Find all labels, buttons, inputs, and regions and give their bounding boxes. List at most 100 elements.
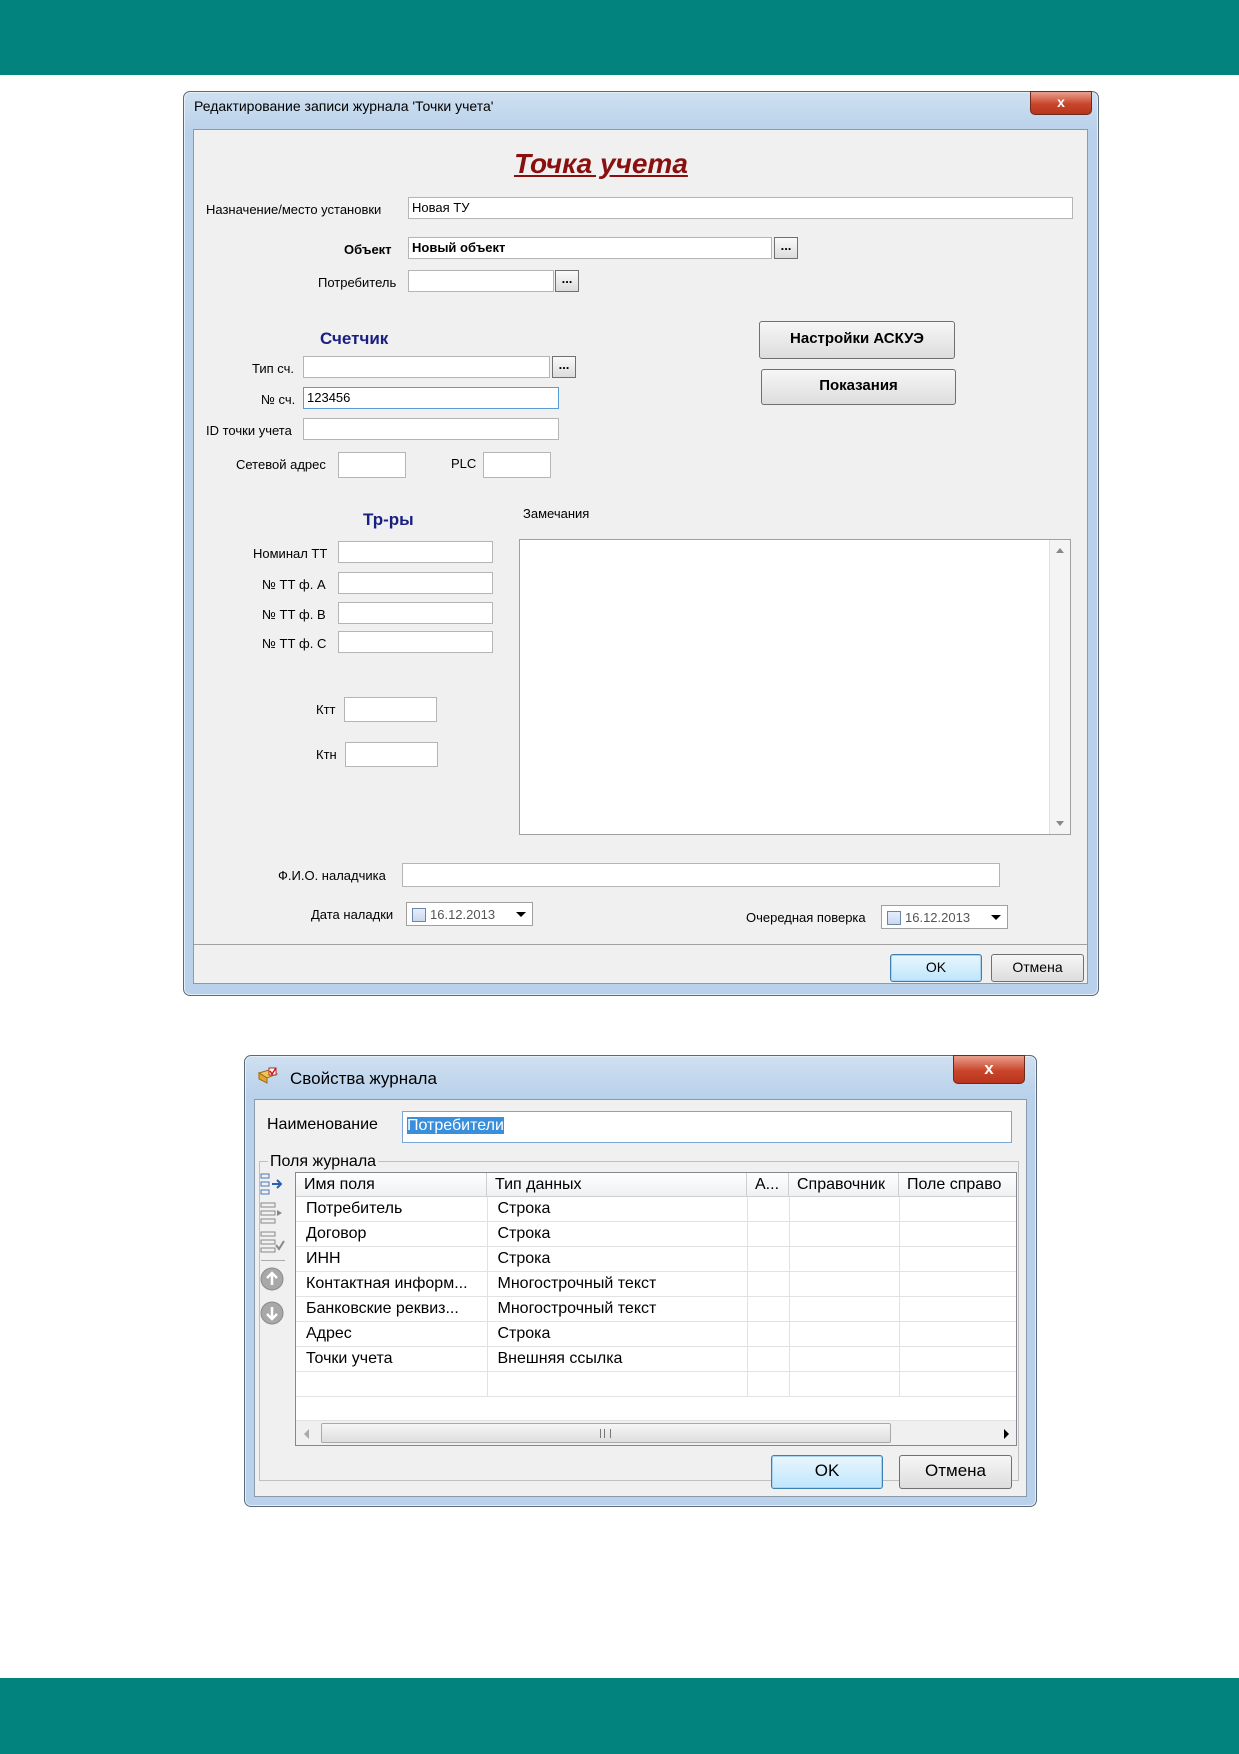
point-id-field[interactable] [303, 418, 559, 440]
column-header-reference[interactable]: Справочник [789, 1173, 899, 1197]
tt-phase-b-field[interactable] [338, 602, 493, 624]
cell-data-type[interactable]: Внешняя ссылка [487, 1346, 748, 1372]
consumer-browse-button[interactable]: ... [555, 270, 579, 292]
cell-empty[interactable] [747, 1346, 790, 1372]
column-header-data-type[interactable]: Тип данных [487, 1173, 747, 1197]
cell-data-type[interactable]: Строка [487, 1321, 748, 1347]
scroll-up-icon[interactable] [1056, 548, 1064, 553]
cell-empty[interactable] [899, 1246, 1016, 1272]
adjust-date-picker[interactable]: 16.12.2013 [406, 902, 533, 926]
cell-empty[interactable] [789, 1246, 900, 1272]
cell-empty[interactable] [747, 1321, 790, 1347]
cell-data-type[interactable]: Строка [487, 1197, 748, 1222]
scroll-left-icon[interactable] [304, 1429, 309, 1439]
adjust-date-checkbox[interactable] [412, 908, 426, 922]
cell-empty[interactable] [899, 1371, 1016, 1397]
consumer-field[interactable] [408, 270, 554, 292]
cell-field-name[interactable]: Точки учета [296, 1346, 488, 1372]
cell-data-type[interactable]: Строка [487, 1221, 748, 1247]
cell-empty[interactable] [789, 1221, 900, 1247]
scroll-down-icon[interactable] [1056, 821, 1064, 826]
cell-empty[interactable] [747, 1246, 790, 1272]
cell-empty[interactable] [789, 1197, 900, 1222]
ok-button[interactable]: OK [890, 954, 982, 982]
cell-empty[interactable] [899, 1221, 1016, 1247]
table-row[interactable]: ИНН Строка [296, 1246, 1016, 1272]
cancel-button[interactable]: Отмена [899, 1455, 1012, 1489]
column-header-field-name[interactable]: Имя поля [296, 1173, 487, 1197]
insert-field-icon[interactable] [259, 1200, 285, 1226]
table-row[interactable]: Адрес Строка [296, 1321, 1016, 1347]
purpose-field[interactable]: Новая ТУ [408, 197, 1073, 219]
cell-empty[interactable] [747, 1221, 790, 1247]
tt-phase-a-field[interactable] [338, 572, 493, 594]
column-header-a[interactable]: А... [747, 1173, 789, 1197]
network-address-field[interactable] [338, 452, 406, 478]
remarks-scrollbar[interactable] [1049, 540, 1070, 834]
adjuster-field[interactable] [402, 863, 1000, 887]
scrollbar-thumb[interactable] [321, 1423, 891, 1443]
next-check-picker[interactable]: 16.12.2013 [881, 905, 1008, 929]
tt-phase-c-field[interactable] [338, 631, 493, 653]
dropdown-arrow-icon[interactable] [991, 915, 1001, 920]
askue-settings-button[interactable]: Настройки АСКУЭ [759, 321, 955, 359]
dropdown-arrow-icon[interactable] [516, 912, 526, 917]
cell-empty[interactable] [899, 1346, 1016, 1372]
edit-field-icon[interactable] [259, 1229, 285, 1255]
next-check-checkbox[interactable] [887, 911, 901, 925]
cell-empty[interactable] [487, 1371, 748, 1397]
cell-empty[interactable] [747, 1296, 790, 1322]
close-button[interactable]: x [1030, 91, 1092, 115]
cell-empty[interactable] [747, 1371, 790, 1397]
meter-type-field[interactable] [303, 356, 550, 378]
meter-type-browse-button[interactable]: ... [552, 356, 576, 378]
scroll-right-icon[interactable] [1004, 1429, 1009, 1439]
move-down-icon[interactable] [259, 1300, 285, 1326]
meter-number-field[interactable]: 123456 [303, 387, 559, 409]
cell-field-name[interactable]: Контактная информ... [296, 1271, 488, 1297]
fields-grid[interactable]: Имя поля Тип данных А... Справочник Поле… [295, 1172, 1017, 1446]
cell-field-name[interactable]: ИНН [296, 1246, 488, 1272]
add-field-icon[interactable] [259, 1171, 285, 1197]
tt-nominal-field[interactable] [338, 541, 493, 563]
cell-field-name[interactable]: Договор [296, 1221, 488, 1247]
table-row[interactable]: Банковские реквиз... Многострочный текст [296, 1296, 1016, 1322]
object-field[interactable]: Новый объект [408, 237, 772, 259]
cell-data-type[interactable]: Многострочный текст [487, 1271, 748, 1297]
horizontal-scrollbar[interactable] [296, 1420, 1016, 1445]
table-row[interactable]: Потребитель Строка [296, 1197, 1016, 1222]
cell-empty[interactable] [789, 1296, 900, 1322]
cell-data-type[interactable]: Строка [487, 1246, 748, 1272]
table-row[interactable]: Договор Строка [296, 1221, 1016, 1247]
move-up-icon[interactable] [259, 1266, 285, 1292]
cell-empty[interactable] [899, 1321, 1016, 1347]
cell-empty[interactable] [789, 1371, 900, 1397]
ktn-field[interactable] [345, 742, 438, 767]
name-field[interactable]: Потребители [402, 1111, 1012, 1143]
column-header-reference-field[interactable]: Поле справо [899, 1173, 1016, 1197]
remarks-textarea[interactable] [519, 539, 1071, 835]
ktt-field[interactable] [344, 697, 437, 722]
cell-field-name[interactable]: Потребитель [296, 1197, 488, 1222]
cell-empty[interactable] [899, 1271, 1016, 1297]
object-browse-button[interactable]: ... [774, 237, 798, 259]
plc-field[interactable] [483, 452, 551, 478]
cell-field-name[interactable]: Банковские реквиз... [296, 1296, 488, 1322]
cell-field-name[interactable]: Адрес [296, 1321, 488, 1347]
cell-empty[interactable] [789, 1321, 900, 1347]
cancel-button[interactable]: Отмена [991, 954, 1084, 982]
cell-empty[interactable] [789, 1346, 900, 1372]
table-row[interactable]: Точки учета Внешняя ссылка [296, 1346, 1016, 1372]
cell-data-type[interactable]: Многострочный текст [487, 1296, 748, 1322]
cell-empty[interactable] [747, 1197, 790, 1222]
cell-empty[interactable] [296, 1371, 488, 1397]
cell-empty[interactable] [747, 1271, 790, 1297]
readings-button[interactable]: Показания [761, 369, 956, 405]
close-button[interactable]: x [953, 1055, 1025, 1084]
ok-button[interactable]: OK [771, 1455, 883, 1489]
table-row-empty[interactable] [296, 1371, 1016, 1397]
cell-empty[interactable] [899, 1296, 1016, 1322]
cell-empty[interactable] [899, 1197, 1016, 1222]
table-row[interactable]: Контактная информ... Многострочный текст [296, 1271, 1016, 1297]
cell-empty[interactable] [789, 1271, 900, 1297]
